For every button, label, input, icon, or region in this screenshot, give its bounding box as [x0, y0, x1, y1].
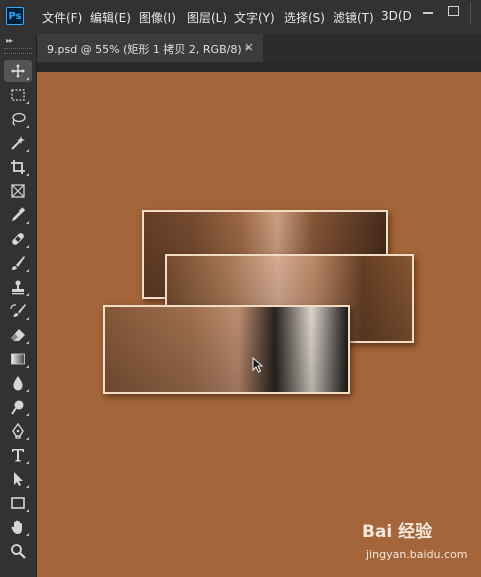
- frame-icon: [11, 184, 25, 198]
- document-canvas[interactable]: Bai 经验 jingyan.baidu.com: [37, 72, 481, 577]
- brush-icon: [12, 256, 25, 270]
- crop-icon: [11, 160, 25, 174]
- marquee-tool[interactable]: [4, 84, 32, 106]
- close-tab-icon[interactable]: ×: [244, 40, 254, 54]
- eraser-tool[interactable]: [4, 324, 32, 346]
- baidu-jingyan-watermark: Bai 经验 jingyan.baidu.com: [362, 520, 481, 570]
- maximize-icon[interactable]: [441, 3, 465, 21]
- gradient-tool[interactable]: [4, 348, 32, 370]
- menu-layer[interactable]: 图层(L): [187, 9, 227, 26]
- blur-icon: [13, 376, 23, 391]
- zoom-icon: [11, 544, 26, 559]
- magic-wand-tool[interactable]: [4, 132, 32, 154]
- menu-edit[interactable]: 编辑(E): [90, 9, 131, 26]
- menu-file[interactable]: 文件(F): [42, 9, 82, 26]
- clone-stamp-tool[interactable]: [4, 276, 32, 298]
- menu-select[interactable]: 选择(S): [284, 9, 325, 26]
- marquee-icon: [11, 89, 25, 101]
- menu-filter[interactable]: 滤镜(T): [333, 9, 374, 26]
- panel-grip[interactable]: [4, 48, 32, 54]
- pen-tool[interactable]: [4, 420, 32, 442]
- type-icon: [12, 449, 24, 462]
- document-tab[interactable]: 9.psd @ 55% (矩形 1 拷贝 2, RGB/8) * ×: [37, 34, 263, 62]
- crop-tool[interactable]: [4, 156, 32, 178]
- tools-panel: ▸▸: [0, 34, 37, 577]
- document-tab-bar: 9.psd @ 55% (矩形 1 拷贝 2, RGB/8) * ×: [37, 34, 481, 62]
- photo-strip-bottom[interactable]: [103, 305, 350, 394]
- healing-brush-tool[interactable]: [4, 228, 32, 250]
- rectangle-icon: [11, 497, 25, 509]
- mouse-cursor-icon: [252, 357, 264, 373]
- rectangle-tool[interactable]: [4, 492, 32, 514]
- blur-tool[interactable]: [4, 372, 32, 394]
- magic-wand-icon: [11, 136, 25, 150]
- history-brush-tool[interactable]: [4, 300, 32, 322]
- healing-brush-icon: [12, 233, 24, 245]
- photoshop-logo: Ps: [6, 7, 24, 25]
- path-selection-tool[interactable]: [4, 468, 32, 490]
- eyedropper-icon: [12, 207, 26, 221]
- zoom-tool[interactable]: [4, 540, 32, 562]
- photoshop-window: Ps 文件(F) 编辑(E) 图像(I) 图层(L) 文字(Y) 选择(S) 滤…: [0, 0, 481, 577]
- tab-divider: [37, 62, 481, 72]
- eyedropper-tool[interactable]: [4, 204, 32, 226]
- minimize-icon[interactable]: [416, 3, 440, 21]
- watermark-url: jingyan.baidu.com: [366, 548, 468, 561]
- type-tool[interactable]: [4, 444, 32, 466]
- brush-tool[interactable]: [4, 252, 32, 274]
- clone-stamp-icon: [12, 280, 24, 295]
- lasso-tool[interactable]: [4, 108, 32, 130]
- path-selection-icon: [14, 472, 23, 486]
- menu-type[interactable]: 文字(Y): [234, 9, 275, 26]
- dodge-icon: [11, 400, 24, 415]
- gradient-icon: [11, 353, 25, 365]
- frame-tool[interactable]: [4, 180, 32, 202]
- move-tool[interactable]: [4, 60, 32, 82]
- dodge-tool[interactable]: [4, 396, 32, 418]
- menu-bar: Ps 文件(F) 编辑(E) 图像(I) 图层(L) 文字(Y) 选择(S) 滤…: [0, 0, 481, 34]
- collapse-panel-icon[interactable]: ▸▸: [6, 36, 13, 45]
- window-controls-divider: [470, 2, 471, 24]
- history-brush-icon: [10, 304, 26, 317]
- hand-icon: [11, 520, 22, 534]
- eraser-icon: [11, 329, 25, 341]
- hand-tool[interactable]: [4, 516, 32, 538]
- move-icon: [11, 64, 25, 78]
- pen-icon: [12, 423, 24, 439]
- menu-3d[interactable]: 3D(D: [381, 9, 412, 23]
- lasso-icon: [12, 112, 26, 126]
- watermark-logo: Bai 经验: [362, 522, 433, 542]
- document-tab-label: 9.psd @ 55% (矩形 1 拷贝 2, RGB/8) *: [47, 43, 251, 56]
- menu-image[interactable]: 图像(I): [139, 9, 176, 26]
